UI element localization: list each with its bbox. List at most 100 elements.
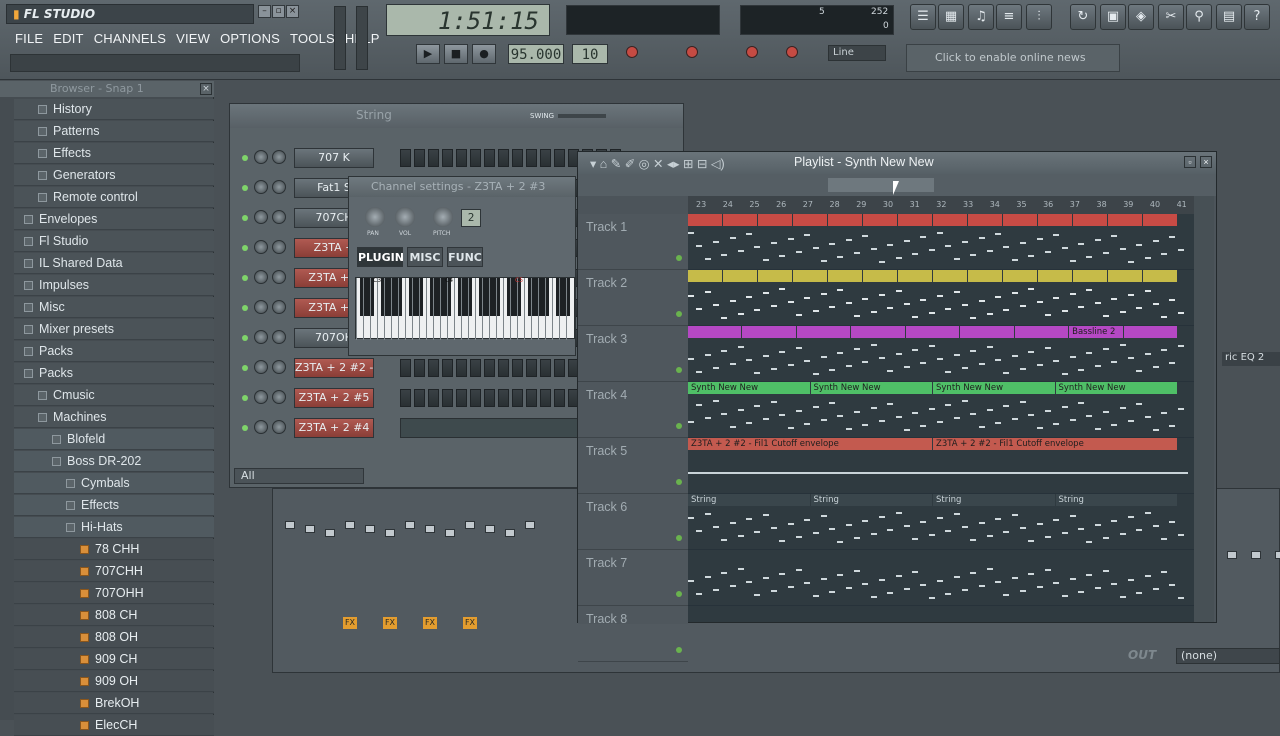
step-button[interactable] — [498, 359, 509, 377]
step-button[interactable] — [540, 359, 551, 377]
stop-button[interactable]: ■ — [444, 44, 468, 64]
step-button[interactable] — [484, 389, 495, 407]
master-volume-slider[interactable] — [334, 6, 346, 70]
channel-led[interactable] — [242, 335, 248, 341]
pattern-clip[interactable]: Z3TA + 2 #2 - Fil1 Cutoff envelope — [933, 438, 1177, 450]
browser-folder[interactable]: Remote control — [14, 187, 214, 208]
mixer-fader[interactable] — [1251, 551, 1261, 559]
browser-file[interactable]: 909 OH — [14, 671, 214, 692]
channel-knob[interactable] — [272, 270, 286, 284]
pattern-clip[interactable] — [960, 326, 1014, 338]
browser-folder[interactable]: Machines — [14, 407, 214, 428]
step-button[interactable] — [484, 359, 495, 377]
mixer-icon[interactable]: ⫶ — [1026, 4, 1052, 30]
pattern-clip[interactable] — [1123, 326, 1177, 338]
record-button[interactable]: ● — [472, 44, 496, 64]
track-mute-led[interactable] — [676, 423, 682, 429]
channel-knob[interactable] — [272, 300, 286, 314]
channel-led[interactable] — [242, 215, 248, 221]
fx-slot-icon[interactable]: FX — [463, 617, 477, 629]
mixer-fader[interactable] — [405, 521, 415, 529]
pattern-clip[interactable] — [742, 326, 796, 338]
browser-folder[interactable]: Packs — [14, 341, 214, 362]
browser-folder[interactable]: Cymbals — [14, 473, 214, 494]
browser-folder[interactable]: Patterns — [14, 121, 214, 142]
track-mute-led[interactable] — [676, 535, 682, 541]
browser-file[interactable]: 707CHH — [14, 561, 214, 582]
pattern-clip[interactable] — [793, 214, 827, 226]
step-button[interactable] — [554, 359, 565, 377]
pattern-clip[interactable] — [688, 270, 722, 282]
channel-knob[interactable] — [272, 210, 286, 224]
browser-folder[interactable]: Generators — [14, 165, 214, 186]
step-button[interactable] — [540, 389, 551, 407]
pattern-clip[interactable]: String — [1055, 494, 1177, 506]
pattern-clip[interactable] — [1108, 214, 1142, 226]
tab-func[interactable]: FUNC — [447, 247, 483, 267]
tab-plugin[interactable]: PLUGIN — [357, 247, 404, 267]
track-lane[interactable]: Z3TA + 2 #2 - Fil1 Cutoff envelope Z3TA +… — [688, 438, 1194, 494]
mixer-fader[interactable] — [1275, 551, 1280, 559]
help-icon[interactable]: ? — [1244, 4, 1270, 30]
channel-knob[interactable] — [254, 150, 268, 164]
channel-knob[interactable] — [272, 330, 286, 344]
browser-folder[interactable]: Misc — [14, 297, 214, 318]
track-mute-led[interactable] — [676, 311, 682, 317]
track-header[interactable]: Track 1 — [578, 214, 688, 270]
track-lane[interactable] — [688, 214, 1194, 270]
channel-knob[interactable] — [254, 210, 268, 224]
info-icon[interactable]: ▤ — [1216, 4, 1242, 30]
output-selector[interactable]: (none) — [1176, 648, 1280, 664]
pattern-clip[interactable] — [1143, 214, 1177, 226]
mixer-fader[interactable] — [365, 525, 375, 533]
playlist-icon[interactable]: ☰ — [910, 4, 936, 30]
browser-icon[interactable]: ≡ — [996, 4, 1022, 30]
channel-name-button[interactable]: 707 K — [294, 148, 374, 168]
step-button[interactable] — [414, 389, 425, 407]
play-button[interactable]: ▶ — [416, 44, 440, 64]
pattern-clip[interactable] — [828, 214, 862, 226]
maximize-button[interactable]: ▫ — [272, 5, 285, 18]
mixer-fader[interactable] — [1227, 551, 1237, 559]
search-icon[interactable]: ⚲ — [1186, 4, 1212, 30]
track-mute-led[interactable] — [676, 591, 682, 597]
channel-knob[interactable] — [272, 150, 286, 164]
track-mute-led[interactable] — [676, 479, 682, 485]
browser-file[interactable]: 909 CH — [14, 649, 214, 670]
pattern-clip[interactable] — [905, 326, 960, 338]
close-icon[interactable]: × — [200, 83, 212, 95]
step-edit-toggle[interactable] — [746, 46, 758, 58]
channel-led[interactable] — [242, 155, 248, 161]
pattern-clip[interactable] — [1108, 270, 1142, 282]
mixer-fader[interactable] — [325, 529, 335, 537]
pattern-clip[interactable] — [1003, 214, 1037, 226]
swing-slider[interactable] — [558, 114, 606, 118]
save-icon[interactable]: ▣ — [1100, 4, 1126, 30]
step-button[interactable] — [456, 389, 467, 407]
step-button[interactable] — [540, 149, 551, 167]
playlist-lanes[interactable]: Bassline 2 Synth New New Synth New New Synt… — [688, 214, 1194, 622]
playlist-tools[interactable]: ▾ ⌂ ✎ ✐ ◎ ✕ ◂▸ ⊞ ⊟ ◁) — [590, 156, 725, 171]
pattern-song-toggle[interactable] — [626, 46, 638, 58]
browser-file[interactable]: 78 CHH — [14, 539, 214, 560]
track-header[interactable]: Track 2 — [578, 270, 688, 326]
mixer-fader[interactable] — [385, 529, 395, 537]
channel-filter[interactable]: All — [234, 468, 364, 484]
channel-led[interactable] — [242, 305, 248, 311]
maximize-icon[interactable]: ▫ — [1184, 156, 1196, 168]
step-button[interactable] — [400, 359, 411, 377]
step-button[interactable] — [442, 389, 453, 407]
browser-folder[interactable]: Hi-Hats — [14, 517, 214, 538]
undo-icon[interactable]: ↻ — [1070, 4, 1096, 30]
pattern-clip[interactable]: Synth New New — [1055, 382, 1177, 394]
mixer-fader[interactable] — [485, 525, 495, 533]
pattern-clip[interactable]: String — [688, 494, 810, 506]
channel-led[interactable] — [242, 425, 248, 431]
browser-file[interactable]: ElecCH — [14, 715, 214, 736]
pattern-clip[interactable]: String — [810, 494, 932, 506]
step-button[interactable] — [414, 359, 425, 377]
step-button[interactable] — [512, 359, 523, 377]
channel-knob[interactable] — [254, 420, 268, 434]
browser-file[interactable]: BrekOH — [14, 693, 214, 714]
track-mute-led[interactable] — [676, 647, 682, 653]
